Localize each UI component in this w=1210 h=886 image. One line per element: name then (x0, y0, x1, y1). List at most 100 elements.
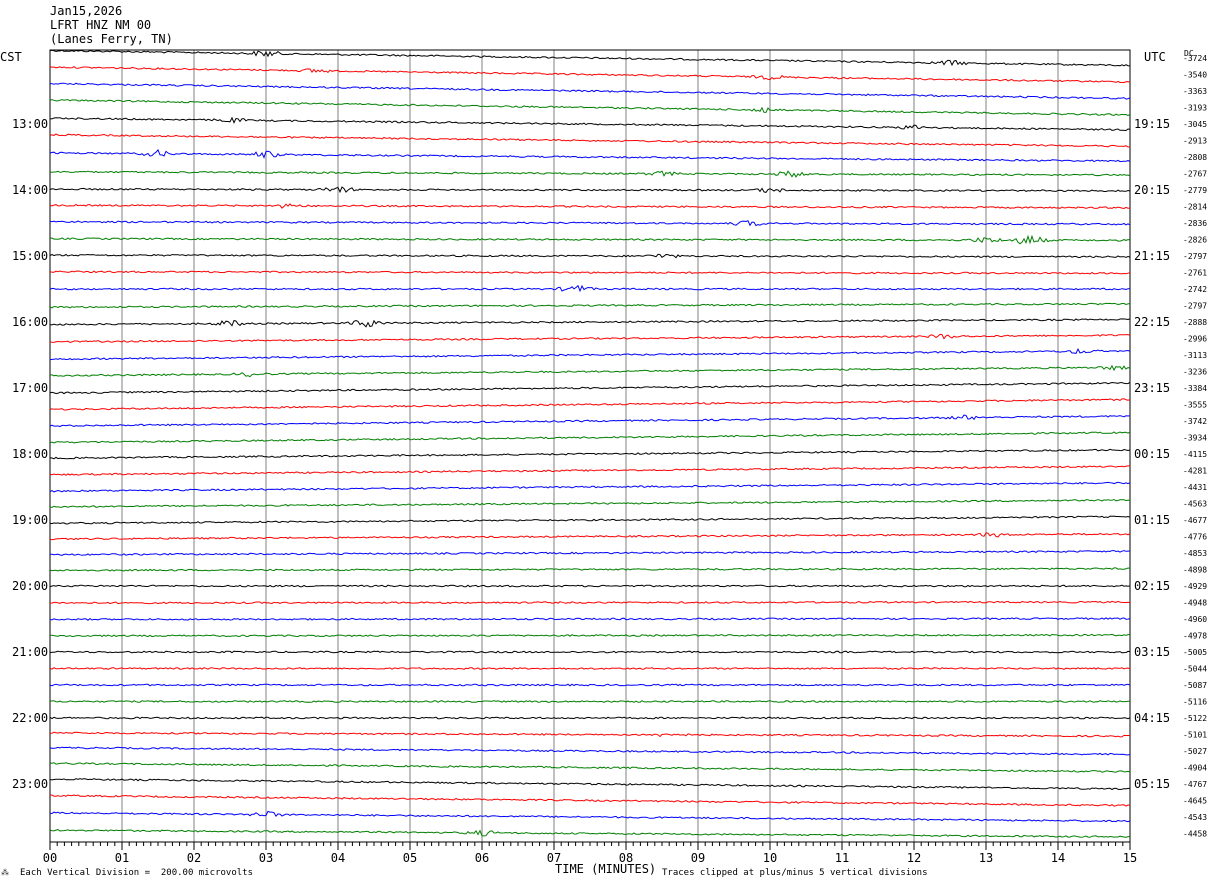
trace-line (49, 284, 1131, 293)
dc-offset-label: -3236 (1183, 368, 1207, 377)
x-tick-label: 01 (115, 851, 129, 865)
trace-line (49, 414, 1131, 428)
dc-offset-label: -5044 (1183, 665, 1207, 674)
dc-offset-label: -4645 (1183, 797, 1207, 806)
trace-line (49, 347, 1131, 361)
x-tick-label: 10 (763, 851, 777, 865)
left-hour-label: 15:00 (12, 249, 48, 263)
left-hour-label: 16:00 (12, 315, 48, 329)
seismogram-plot: -3724 -3540 -3363 -3193 -3045 -2913 -2808 -2767… (12, 49, 1207, 865)
dc-offset-label: -4929 (1183, 582, 1207, 591)
trace-line (49, 731, 1130, 738)
dc-offset-label: -2797 (1183, 252, 1207, 261)
dc-offset-label: -3045 (1183, 120, 1207, 129)
trace-line (49, 762, 1131, 773)
dc-offset-label: -4948 (1183, 599, 1207, 608)
trace-line (49, 550, 1131, 556)
left-hour-label: 22:00 (12, 711, 48, 725)
trace-line (49, 716, 1131, 720)
x-tick-label: 13 (979, 851, 993, 865)
right-hour-label: 22:15 (1134, 315, 1170, 329)
trace-line (49, 99, 1131, 117)
right-hour-label: 04:15 (1134, 711, 1170, 725)
dc-offset-label: -2767 (1183, 170, 1207, 179)
dc-offset-label: -4904 (1183, 764, 1207, 773)
dc-offset-label: -3384 (1183, 384, 1207, 393)
dc-offset-label: -3113 (1183, 351, 1207, 360)
dc-offset-label: -3742 (1183, 417, 1207, 426)
dc-offset-label: -4543 (1183, 813, 1207, 822)
dc-offset-label: -3555 (1183, 401, 1207, 410)
dc-offset-label: -4767 (1183, 780, 1207, 789)
x-tick-label: 04 (331, 851, 345, 865)
trace-line (49, 667, 1131, 670)
right-hour-label: 05:15 (1134, 777, 1170, 791)
trace-line (49, 116, 1131, 132)
trace-line (49, 82, 1131, 100)
dc-offset-label: -2996 (1183, 335, 1207, 344)
trace-line (49, 398, 1131, 411)
right-hour-label: 20:15 (1134, 183, 1170, 197)
trace-line (49, 617, 1131, 621)
dc-offset-label: -3934 (1183, 434, 1207, 443)
trace-line (49, 746, 1131, 756)
trace-line (49, 829, 1131, 838)
x-tick-label: 00 (43, 851, 57, 865)
trace-line (49, 584, 1131, 588)
dc-offset-label: -5101 (1183, 731, 1207, 740)
right-hour-label: 23:15 (1134, 381, 1170, 395)
x-tick-label: 15 (1123, 851, 1137, 865)
left-hour-label: 18:00 (12, 447, 48, 461)
dc-offset-label: -2913 (1183, 137, 1207, 146)
dc-offset-label: -5087 (1183, 681, 1207, 690)
dc-offset-label: -3193 (1183, 104, 1207, 113)
dc-offset-label: -4115 (1183, 450, 1207, 459)
trace-line (49, 810, 1131, 823)
clip-note: Traces clipped at plus/minus 5 vertical … (662, 868, 928, 878)
dc-offset-label: -4563 (1183, 500, 1207, 509)
left-hour-label: 19:00 (12, 513, 48, 527)
dc-offset-label: -5027 (1183, 747, 1207, 756)
left-hour-label: 13:00 (12, 117, 48, 131)
trace-line (49, 270, 1131, 275)
trace-line (49, 532, 1131, 541)
trace-line (49, 318, 1131, 328)
scale-icon: ⁂ (1, 868, 9, 877)
trace-line (49, 683, 1131, 687)
dc-offset-label: -2742 (1183, 285, 1207, 294)
x-tick-label: 05 (403, 851, 417, 865)
dc-offset-label: -3363 (1183, 87, 1207, 96)
trace-line (49, 220, 1131, 227)
x-tick-label: 03 (259, 851, 273, 865)
x-tick-label: 06 (475, 851, 489, 865)
right-hour-label: 02:15 (1134, 579, 1170, 593)
dc-offset-label: -4677 (1183, 516, 1207, 525)
right-hour-label: 21:15 (1134, 249, 1170, 263)
trace-line (49, 481, 1131, 493)
trace-line (49, 465, 1130, 476)
x-tick-label: 02 (187, 851, 201, 865)
trace-line (49, 650, 1131, 654)
x-tick-label: 09 (691, 851, 705, 865)
dc-offset-label: -2808 (1183, 153, 1207, 162)
trace-line (49, 448, 1131, 460)
right-hour-label: 00:15 (1134, 447, 1170, 461)
plot-frame (49, 49, 1131, 843)
dc-offset-label: -2797 (1183, 302, 1207, 311)
dc-offset-label: -5116 (1183, 698, 1207, 707)
dc-offset-label: -4978 (1183, 632, 1207, 641)
trace-line (49, 49, 1131, 67)
trace-line (49, 381, 1131, 395)
x-tick-label: 14 (1051, 851, 1065, 865)
dc-offset-label: -2779 (1183, 186, 1207, 195)
trace-line (49, 700, 1130, 703)
dc-offset-label: -4281 (1183, 467, 1207, 476)
trace-line (49, 170, 1131, 178)
trace-line (49, 364, 1131, 378)
dc-offset-label: -5122 (1183, 714, 1207, 723)
trace-line (49, 794, 1131, 807)
x-tick-label: 11 (835, 851, 849, 865)
trace-line (49, 133, 1131, 148)
trace-line (49, 778, 1130, 791)
scale-note: Each Vertical Division = 200.00 microvol… (20, 868, 253, 878)
